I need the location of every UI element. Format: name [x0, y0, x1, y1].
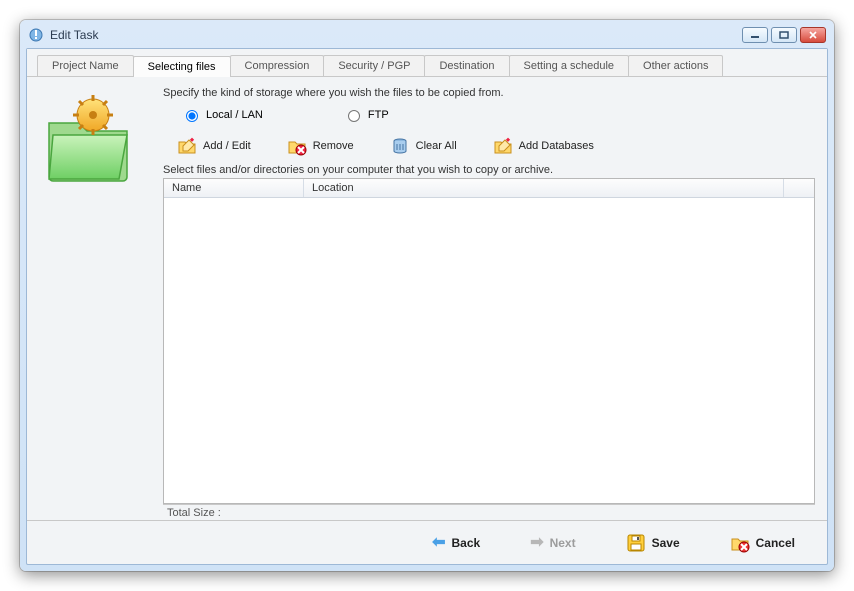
column-location[interactable]: Location [304, 179, 784, 197]
app-icon [28, 27, 44, 43]
cancel-label: Cancel [756, 536, 795, 550]
radio-local-lan-input[interactable] [186, 110, 198, 122]
file-list[interactable]: Name Location [163, 178, 815, 504]
add-edit-label: Add / Edit [203, 140, 251, 152]
tab-project-name[interactable]: Project Name [37, 55, 134, 76]
folder-pencil-icon [493, 136, 513, 156]
back-label: Back [452, 536, 481, 550]
save-button[interactable]: Save [620, 529, 686, 557]
radio-ftp-input[interactable] [348, 110, 360, 122]
folder-delete-icon [287, 136, 307, 156]
folder-cancel-icon [730, 533, 750, 553]
client-area: Project Name Selecting files Compression… [26, 48, 828, 565]
titlebar[interactable]: Edit Task [26, 26, 828, 48]
remove-button[interactable]: Remove [283, 134, 358, 158]
arrow-right-icon: ➡ [530, 535, 543, 551]
list-hint: Select files and/or directories on your … [163, 162, 815, 178]
clear-all-button[interactable]: Clear All [386, 134, 461, 158]
tab-schedule[interactable]: Setting a schedule [509, 55, 630, 76]
storage-radio-group: Local / LAN FTP [163, 103, 815, 130]
radio-local-lan[interactable]: Local / LAN [181, 107, 263, 122]
window-title: Edit Task [50, 28, 98, 42]
tab-destination[interactable]: Destination [424, 55, 509, 76]
next-label: Next [550, 536, 576, 550]
arrow-left-icon: ⬅ [432, 535, 445, 551]
wizard-footer: ⬅ Back ➡ Next Save Cancel [27, 520, 827, 564]
add-databases-button[interactable]: Add Databases [489, 134, 598, 158]
clear-all-label: Clear All [416, 140, 457, 152]
radio-ftp-label: FTP [368, 109, 389, 121]
tab-strip: Project Name Selecting files Compression… [27, 49, 827, 77]
tab-compression[interactable]: Compression [230, 55, 325, 76]
tab-other-actions[interactable]: Other actions [628, 55, 723, 76]
tab-selecting-files[interactable]: Selecting files [133, 56, 231, 77]
floppy-icon [626, 533, 646, 553]
wizard-illustration [39, 87, 149, 520]
back-button[interactable]: ⬅ Back [426, 531, 486, 555]
close-button[interactable] [800, 27, 826, 43]
instruction-text: Specify the kind of storage where you wi… [163, 87, 815, 99]
next-button[interactable]: ➡ Next [524, 531, 581, 555]
file-toolbar: Add / Edit Remove Clear All [163, 130, 815, 162]
radio-ftp[interactable]: FTP [343, 107, 389, 122]
cancel-button[interactable]: Cancel [724, 529, 801, 557]
tab-security-pgp[interactable]: Security / PGP [323, 55, 425, 76]
column-name[interactable]: Name [164, 179, 304, 197]
add-edit-button[interactable]: Add / Edit [173, 134, 255, 158]
minimize-button[interactable] [742, 27, 768, 43]
list-body[interactable] [164, 198, 814, 503]
list-header: Name Location [164, 179, 814, 198]
remove-label: Remove [313, 140, 354, 152]
column-spacer [784, 179, 814, 197]
window-frame: Edit Task Project Name Selecting files C… [20, 20, 834, 571]
trash-icon [390, 136, 410, 156]
save-label: Save [652, 536, 680, 550]
maximize-button[interactable] [771, 27, 797, 43]
radio-local-lan-label: Local / LAN [206, 109, 263, 121]
add-databases-label: Add Databases [519, 140, 594, 152]
folder-pencil-icon [177, 136, 197, 156]
total-size-label: Total Size : [163, 504, 815, 520]
